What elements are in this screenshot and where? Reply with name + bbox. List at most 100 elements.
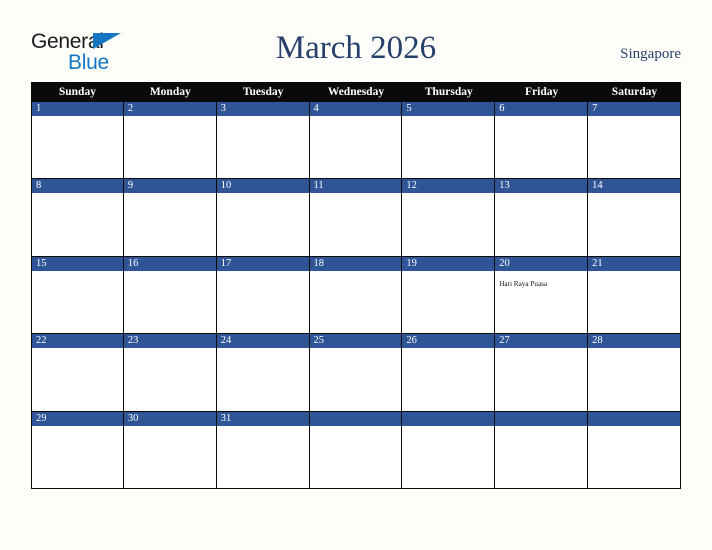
day-cell[interactable]: 30 xyxy=(123,411,217,489)
day-cell[interactable]: 2 xyxy=(123,102,217,180)
day-body[interactable] xyxy=(32,271,123,333)
day-body[interactable] xyxy=(310,193,402,255)
day-cell[interactable] xyxy=(495,411,589,489)
day-body[interactable] xyxy=(310,116,402,178)
day-cell[interactable]: 19 xyxy=(402,256,496,335)
day-number: 9 xyxy=(123,179,216,194)
day-cell[interactable]: 6 xyxy=(495,102,589,180)
day-number: 14 xyxy=(588,179,680,194)
day-number: 3 xyxy=(216,102,309,116)
day-cell[interactable]: 15 xyxy=(31,256,124,335)
day-body[interactable] xyxy=(32,193,123,255)
day-body[interactable] xyxy=(32,426,123,488)
weekday-header-monday: Monday xyxy=(149,86,191,98)
day-body[interactable] xyxy=(495,348,587,410)
day-number: 29 xyxy=(32,411,123,426)
day-number: 7 xyxy=(588,102,680,116)
day-number: 5 xyxy=(402,102,495,116)
week-row: 22 23 24 25 26 27 28 xyxy=(31,334,681,412)
day-number xyxy=(495,411,588,426)
day-cell[interactable]: 28 xyxy=(588,334,681,412)
day-body[interactable] xyxy=(310,271,402,333)
event-text: Hari Raya Puasa xyxy=(499,279,548,288)
day-cell[interactable]: 8 xyxy=(31,179,124,257)
day-body[interactable] xyxy=(217,193,309,255)
day-number: 25 xyxy=(309,334,402,349)
day-cell[interactable]: 10 xyxy=(216,179,310,257)
day-cell[interactable]: 3 xyxy=(216,102,310,180)
day-body[interactable] xyxy=(124,116,216,178)
day-number xyxy=(402,411,495,426)
day-body[interactable] xyxy=(588,193,680,255)
day-body[interactable] xyxy=(495,426,587,488)
day-cell[interactable]: 25 xyxy=(309,334,403,412)
weekday-header-saturday: Saturday xyxy=(611,86,658,98)
day-body[interactable] xyxy=(310,348,402,410)
day-body[interactable] xyxy=(124,193,216,255)
day-body[interactable] xyxy=(32,348,123,410)
day-cell[interactable]: 12 xyxy=(402,179,496,257)
day-cell[interactable] xyxy=(588,411,681,489)
day-body[interactable] xyxy=(495,193,587,255)
day-cell[interactable]: 26 xyxy=(402,334,496,412)
day-cell[interactable]: 20 Hari Raya Puasa xyxy=(495,256,589,335)
day-cell[interactable]: 9 xyxy=(123,179,217,257)
day-cell[interactable]: 29 xyxy=(31,411,124,489)
day-body[interactable]: Hari Raya Puasa xyxy=(495,271,587,333)
day-number: 6 xyxy=(495,102,588,116)
day-cell[interactable]: 13 xyxy=(495,179,589,257)
day-cell[interactable]: 27 xyxy=(495,334,589,412)
day-body[interactable] xyxy=(124,271,216,333)
day-number: 31 xyxy=(216,411,309,426)
day-cell[interactable]: 18 xyxy=(309,256,403,335)
day-body[interactable] xyxy=(588,271,680,333)
weekday-header-sunday: Sunday xyxy=(58,86,96,98)
day-cell[interactable]: 7 xyxy=(588,102,681,180)
day-body[interactable] xyxy=(495,116,587,178)
day-cell[interactable]: 1 xyxy=(31,102,124,180)
day-cell[interactable]: 5 xyxy=(402,102,496,180)
day-cell[interactable]: 16 xyxy=(123,256,217,335)
weekday-header-thursday: Thursday xyxy=(424,86,473,98)
day-number: 18 xyxy=(309,256,402,271)
day-body[interactable] xyxy=(32,116,123,178)
day-body[interactable] xyxy=(402,348,494,410)
day-cell[interactable]: 11 xyxy=(309,179,403,257)
weekday-header-friday: Friday xyxy=(525,86,559,98)
day-cell[interactable]: 22 xyxy=(31,334,124,412)
day-cell[interactable]: 4 xyxy=(309,102,403,180)
day-number: 13 xyxy=(495,179,588,194)
day-number: 10 xyxy=(216,179,309,194)
day-cell[interactable]: 17 xyxy=(216,256,310,335)
day-body[interactable] xyxy=(217,426,309,488)
week-row: 15 16 17 18 19 20 Hari Raya Puasa 21 xyxy=(31,256,681,335)
day-cell[interactable] xyxy=(402,411,496,489)
day-body[interactable] xyxy=(402,271,494,333)
day-cell[interactable]: 31 xyxy=(216,411,310,489)
day-body[interactable] xyxy=(402,116,494,178)
day-body[interactable] xyxy=(217,348,309,410)
day-cell[interactable]: 14 xyxy=(588,179,681,257)
day-body[interactable] xyxy=(310,426,402,488)
day-body[interactable] xyxy=(124,348,216,410)
day-number xyxy=(309,411,402,426)
week-row: 8 9 10 11 12 13 14 xyxy=(31,179,681,257)
day-body[interactable] xyxy=(402,426,494,488)
day-body[interactable] xyxy=(588,348,680,410)
day-body[interactable] xyxy=(588,426,680,488)
day-number: 8 xyxy=(32,179,123,194)
day-cell[interactable]: 24 xyxy=(216,334,310,412)
day-body[interactable] xyxy=(402,193,494,255)
day-body[interactable] xyxy=(124,426,216,488)
day-body[interactable] xyxy=(217,116,309,178)
day-number: 21 xyxy=(588,256,680,271)
day-cell[interactable]: 23 xyxy=(123,334,217,412)
week-row: 1 2 3 4 5 6 7 xyxy=(31,102,681,180)
day-body[interactable] xyxy=(217,271,309,333)
day-cell[interactable]: 21 xyxy=(588,256,681,335)
day-cell[interactable] xyxy=(309,411,403,489)
day-body[interactable] xyxy=(588,116,680,178)
day-number: 28 xyxy=(588,334,680,349)
day-number: 11 xyxy=(309,179,402,194)
page-title: March 2026 xyxy=(275,30,437,66)
